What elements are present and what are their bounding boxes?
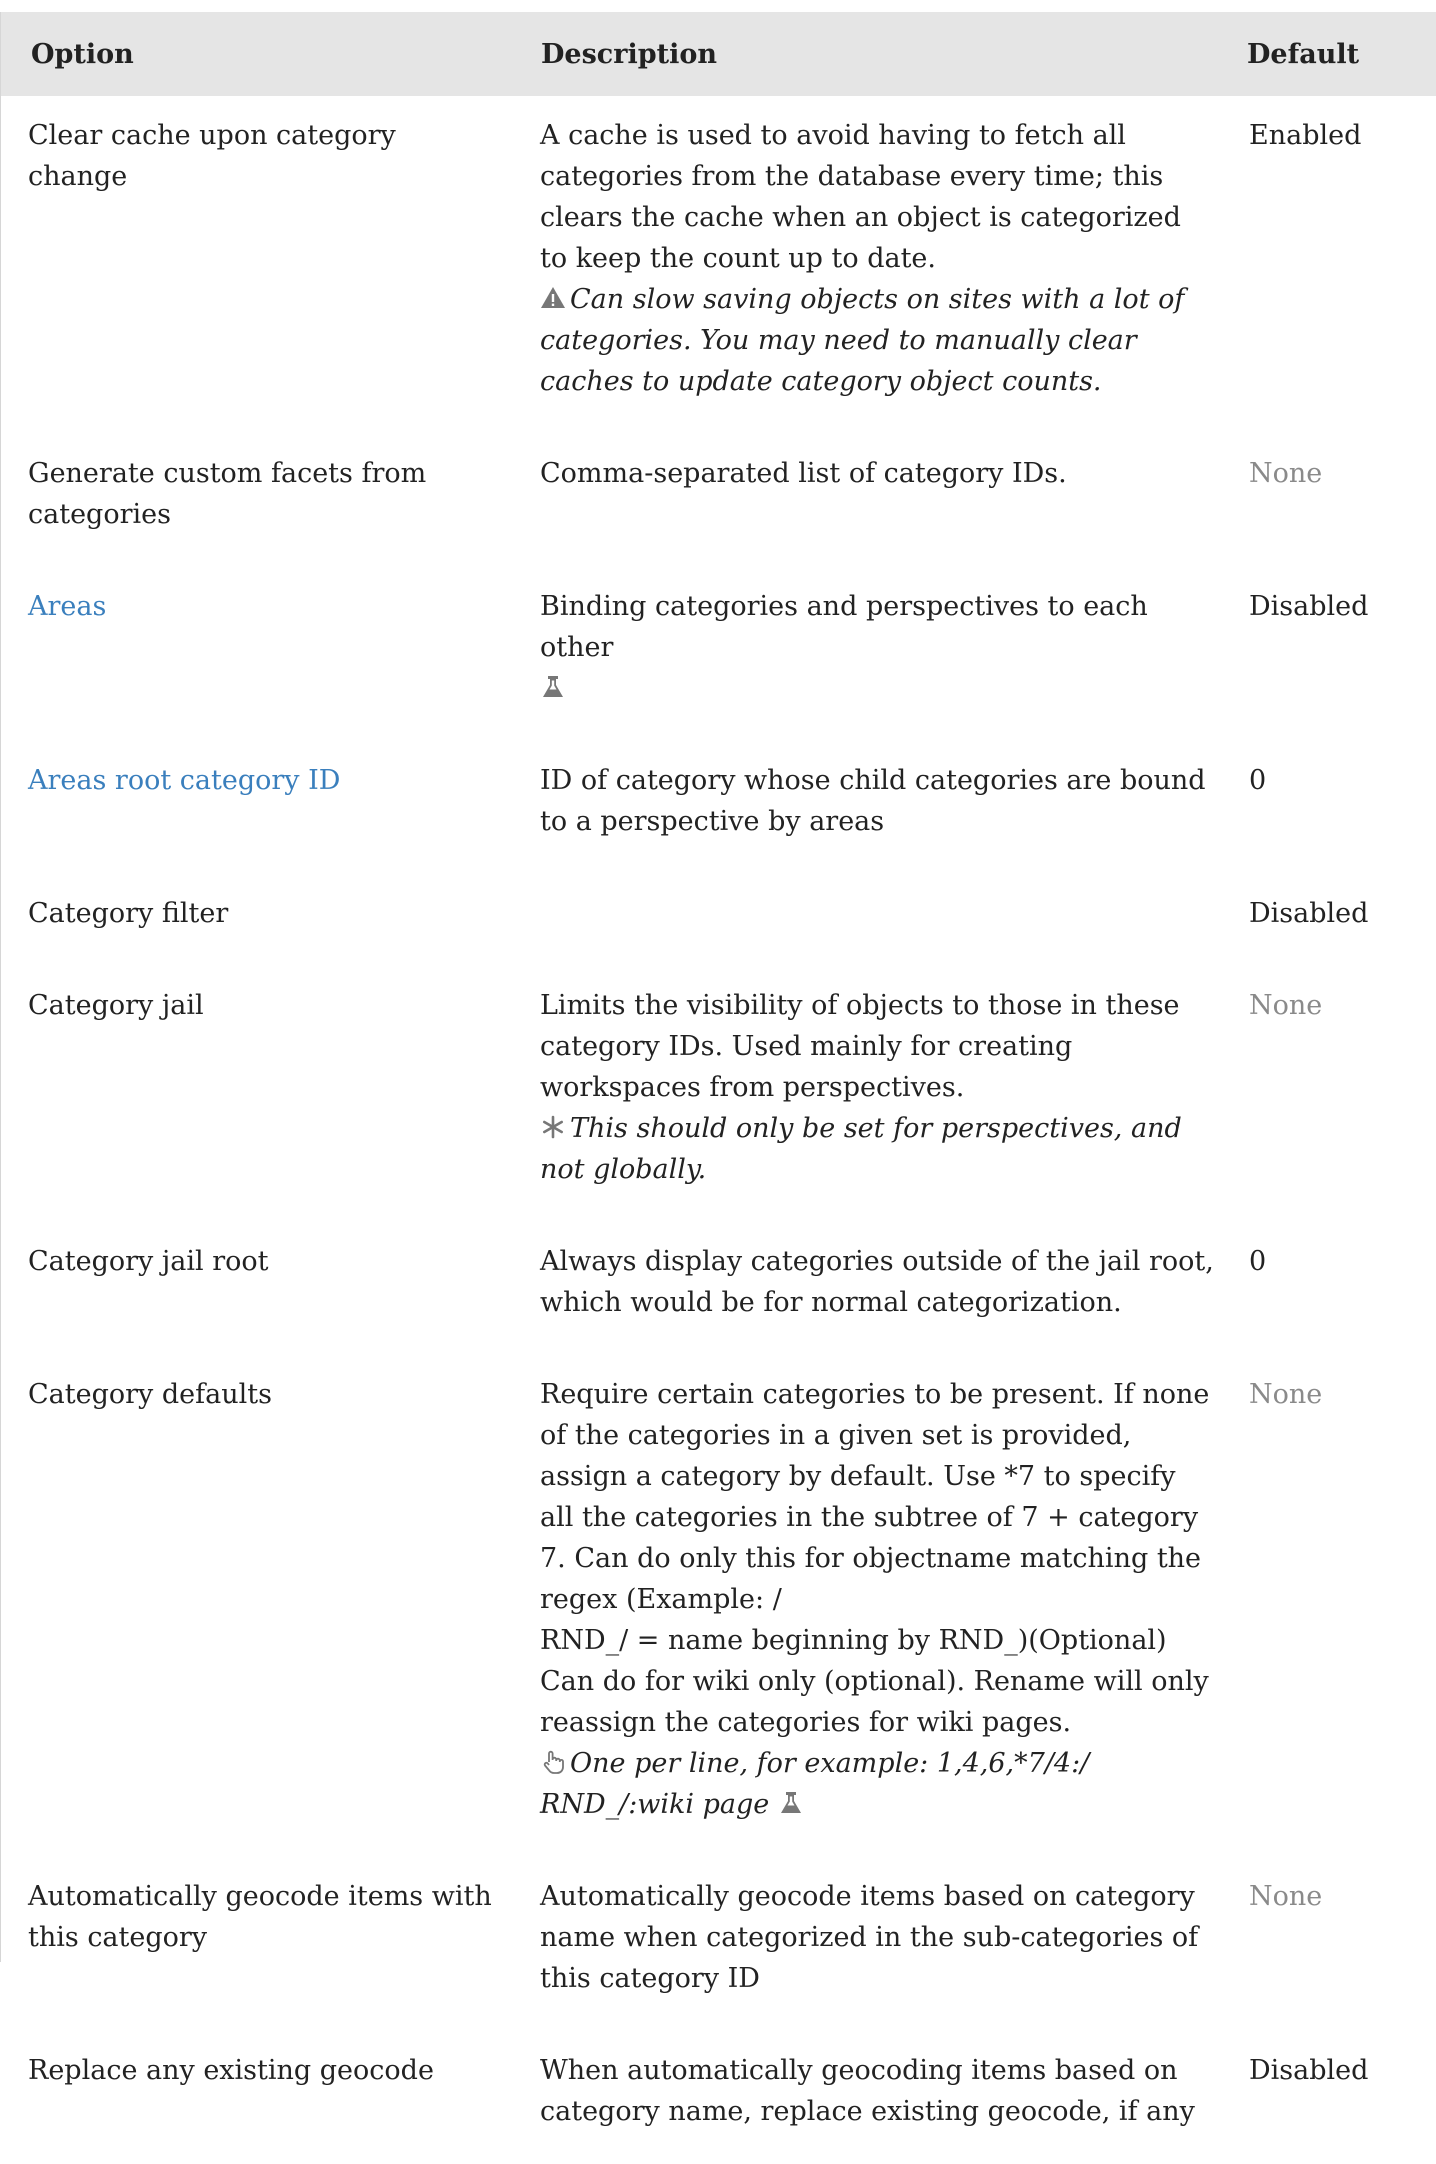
option-description-cell: Limits the visibility of objects to thos… bbox=[512, 966, 1218, 1222]
header-description: Description bbox=[541, 38, 717, 70]
table-row: Category jail root Always display catego… bbox=[1, 1222, 1436, 1355]
pointer-hand-icon bbox=[540, 1749, 566, 1775]
option-description-cell: Binding categories and perspectives to e… bbox=[512, 567, 1218, 741]
header-option: Option bbox=[31, 38, 134, 70]
note-text: Can slow saving objects on sites with a … bbox=[540, 284, 1185, 397]
option-name: Category jail bbox=[28, 990, 204, 1021]
flask-icon bbox=[540, 674, 566, 700]
option-warning-note: Can slow saving objects on sites with a … bbox=[540, 284, 1184, 397]
asterisk-icon bbox=[540, 1114, 566, 1140]
option-name: Category filter bbox=[28, 898, 229, 929]
option-default: Disabled bbox=[1249, 591, 1369, 622]
table-row: Category jail Limits the visibility of o… bbox=[1, 966, 1436, 1222]
option-description-continued: RND_/ = name beginning by RND_)(Optional… bbox=[540, 1625, 1209, 1738]
option-description: Automatically geocode items based on cat… bbox=[540, 1881, 1199, 1994]
warning-icon bbox=[540, 285, 566, 311]
option-default: Disabled bbox=[1249, 2055, 1369, 2086]
option-name: Clear cache upon category change bbox=[28, 120, 396, 192]
table-row: Areas Binding categories and perspective… bbox=[1, 567, 1436, 741]
option-name: Category jail root bbox=[28, 1246, 269, 1277]
option-name: Automatically geocode items with this ca… bbox=[28, 1881, 492, 1953]
option-example-note: One per line, for example: 1,4,6,*7/4:/ … bbox=[540, 1748, 1089, 1820]
option-name: Replace any existing geocode bbox=[28, 2055, 434, 2086]
options-table: Option Description Default Clear cache u… bbox=[1, 12, 1436, 2164]
option-default: None bbox=[1249, 1379, 1323, 1410]
note-text-continued: RND_/:wiki page bbox=[540, 1789, 770, 1820]
option-default: 0 bbox=[1249, 1246, 1267, 1277]
option-default: None bbox=[1249, 1881, 1323, 1912]
option-default: Enabled bbox=[1249, 120, 1362, 151]
option-description bbox=[512, 874, 1218, 966]
option-default: Disabled bbox=[1249, 898, 1369, 929]
table-row: Generate custom facets from categories C… bbox=[1, 434, 1436, 567]
table-row: Replace any existing geocode When automa… bbox=[1, 2031, 1436, 2164]
table-row: Category defaults Require certain catego… bbox=[1, 1355, 1436, 1857]
option-perspective-note: This should only be set for perspectives… bbox=[540, 1113, 1182, 1185]
option-description-cell: A cache is used to avoid having to fetch… bbox=[512, 96, 1218, 434]
option-link-areas-root-category-id[interactable]: Areas root category ID bbox=[28, 765, 340, 796]
option-description: Always display categories outside of the… bbox=[540, 1246, 1214, 1318]
option-link-areas[interactable]: Areas bbox=[28, 591, 106, 622]
option-description-cell: Require certain categories to be present… bbox=[512, 1355, 1218, 1857]
option-description: ID of category whose child categories ar… bbox=[540, 765, 1206, 837]
option-name: Category defaults bbox=[28, 1379, 272, 1410]
option-description: Limits the visibility of objects to thos… bbox=[540, 990, 1180, 1103]
table-row: Areas root category ID ID of category wh… bbox=[1, 741, 1436, 874]
option-description: Comma-separated list of category IDs. bbox=[540, 458, 1067, 489]
option-name-cell: Areas root category ID bbox=[1, 741, 512, 874]
option-default: None bbox=[1249, 990, 1323, 1021]
table-row: Clear cache upon category change A cache… bbox=[1, 96, 1436, 434]
option-name-cell: Areas bbox=[1, 567, 512, 741]
table-row: Category filter Disabled bbox=[1, 874, 1436, 966]
header-default: Default bbox=[1247, 38, 1360, 70]
option-default: None bbox=[1249, 458, 1323, 489]
flask-icon bbox=[778, 1790, 804, 1816]
option-description: Require certain categories to be present… bbox=[540, 1379, 1210, 1615]
table-row: Automatically geocode items with this ca… bbox=[1, 1857, 1436, 2031]
option-description: Binding categories and perspectives to e… bbox=[540, 591, 1148, 663]
note-text: This should only be set for perspectives… bbox=[540, 1113, 1182, 1185]
option-name: Generate custom facets from categories bbox=[28, 458, 427, 530]
option-description: When automatically geocoding items based… bbox=[540, 2055, 1195, 2127]
note-text: One per line, for example: 1,4,6,*7/4:/ bbox=[570, 1748, 1090, 1779]
options-table-frame: Option Description Default Clear cache u… bbox=[0, 12, 1436, 2127]
option-default: 0 bbox=[1249, 765, 1267, 796]
table-header-row: Option Description Default bbox=[1, 12, 1436, 96]
option-description: A cache is used to avoid having to fetch… bbox=[540, 120, 1181, 274]
